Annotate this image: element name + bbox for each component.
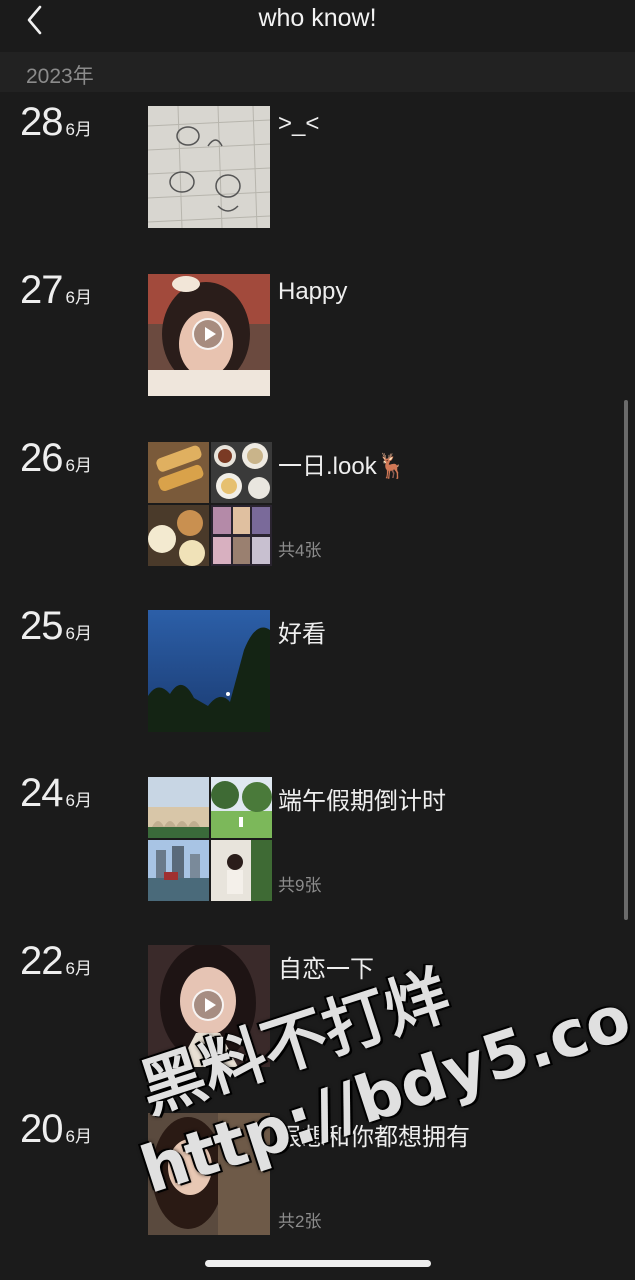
post-caption: 自恋一下: [278, 956, 374, 983]
list-item[interactable]: 25 6月 好看: [0, 604, 635, 764]
grid-photo: [211, 840, 272, 901]
photo-count: 共9张: [278, 876, 322, 895]
entry-day: 20: [20, 1107, 63, 1151]
entry-day: 26: [20, 436, 63, 480]
grid-photo: [148, 442, 209, 503]
play-icon: [192, 989, 224, 1021]
entry-month: 6月: [65, 1127, 92, 1146]
year-section-header: 2023年: [0, 52, 635, 92]
entry-month: 6月: [65, 456, 92, 475]
post-caption: 一日.look🦌: [278, 453, 407, 480]
post-caption: 好看: [278, 621, 326, 648]
list-item[interactable]: 24 6月 端午假期倒计时 共9张: [0, 771, 635, 931]
post-caption: 端午假期倒计时: [278, 788, 446, 815]
photo-count: 共2张: [278, 1212, 322, 1231]
entry-month: 6月: [65, 791, 92, 810]
entry-date: 26 6月: [20, 436, 92, 481]
entry-date: 25 6月: [20, 604, 92, 649]
list-item[interactable]: 26 6月 一日.look🦌 共4张: [0, 436, 635, 596]
list-item[interactable]: 27 6月 Happy: [0, 268, 635, 428]
list-item[interactable]: 28 6月 >_<: [0, 100, 635, 260]
entry-month: 6月: [65, 624, 92, 643]
grid-photo: [148, 840, 209, 901]
photo-count: 共4张: [278, 541, 322, 560]
entry-day: 27: [20, 268, 63, 312]
entry-day: 22: [20, 939, 63, 983]
scrollbar[interactable]: [624, 400, 628, 920]
entry-date: 24 6月: [20, 771, 92, 816]
entry-day: 28: [20, 100, 63, 144]
entry-date: 20 6月: [20, 1107, 92, 1152]
scrollbar-thumb[interactable]: [624, 400, 628, 920]
video-thumbnail[interactable]: [148, 274, 270, 396]
page-title: who know!: [258, 4, 377, 32]
entry-month: 6月: [65, 288, 92, 307]
grid-photo: [148, 777, 209, 838]
entry-day: 25: [20, 604, 63, 648]
nav-bar: who know!: [0, 0, 635, 52]
entry-month: 6月: [65, 959, 92, 978]
list-item[interactable]: 22 6月 自恋一下: [0, 939, 635, 1099]
grid-photo: [211, 777, 272, 838]
grid-photo: [211, 505, 272, 566]
post-thumbnail[interactable]: [148, 106, 270, 228]
grid-photo: [211, 442, 272, 503]
photo-grid[interactable]: [148, 777, 272, 901]
home-indicator[interactable]: [205, 1260, 431, 1267]
entry-date: 22 6月: [20, 939, 92, 984]
grid-photo: [148, 505, 209, 566]
post-thumbnail[interactable]: [148, 1113, 270, 1235]
play-icon: [192, 318, 224, 350]
video-thumbnail[interactable]: [148, 945, 270, 1067]
photo-grid[interactable]: [148, 442, 272, 566]
post-caption: >_<: [278, 110, 320, 137]
post-caption: Happy: [278, 278, 348, 305]
list-item[interactable]: 20 6月 很想和你都想拥有 共2张: [0, 1107, 635, 1267]
entry-month: 6月: [65, 120, 92, 139]
entry-day: 24: [20, 771, 63, 815]
year-label: 2023年: [26, 65, 94, 88]
entry-date: 28 6月: [20, 100, 92, 145]
post-caption: 很想和你都想拥有: [278, 1124, 470, 1151]
post-thumbnail[interactable]: [148, 610, 270, 732]
entry-date: 27 6月: [20, 268, 92, 313]
